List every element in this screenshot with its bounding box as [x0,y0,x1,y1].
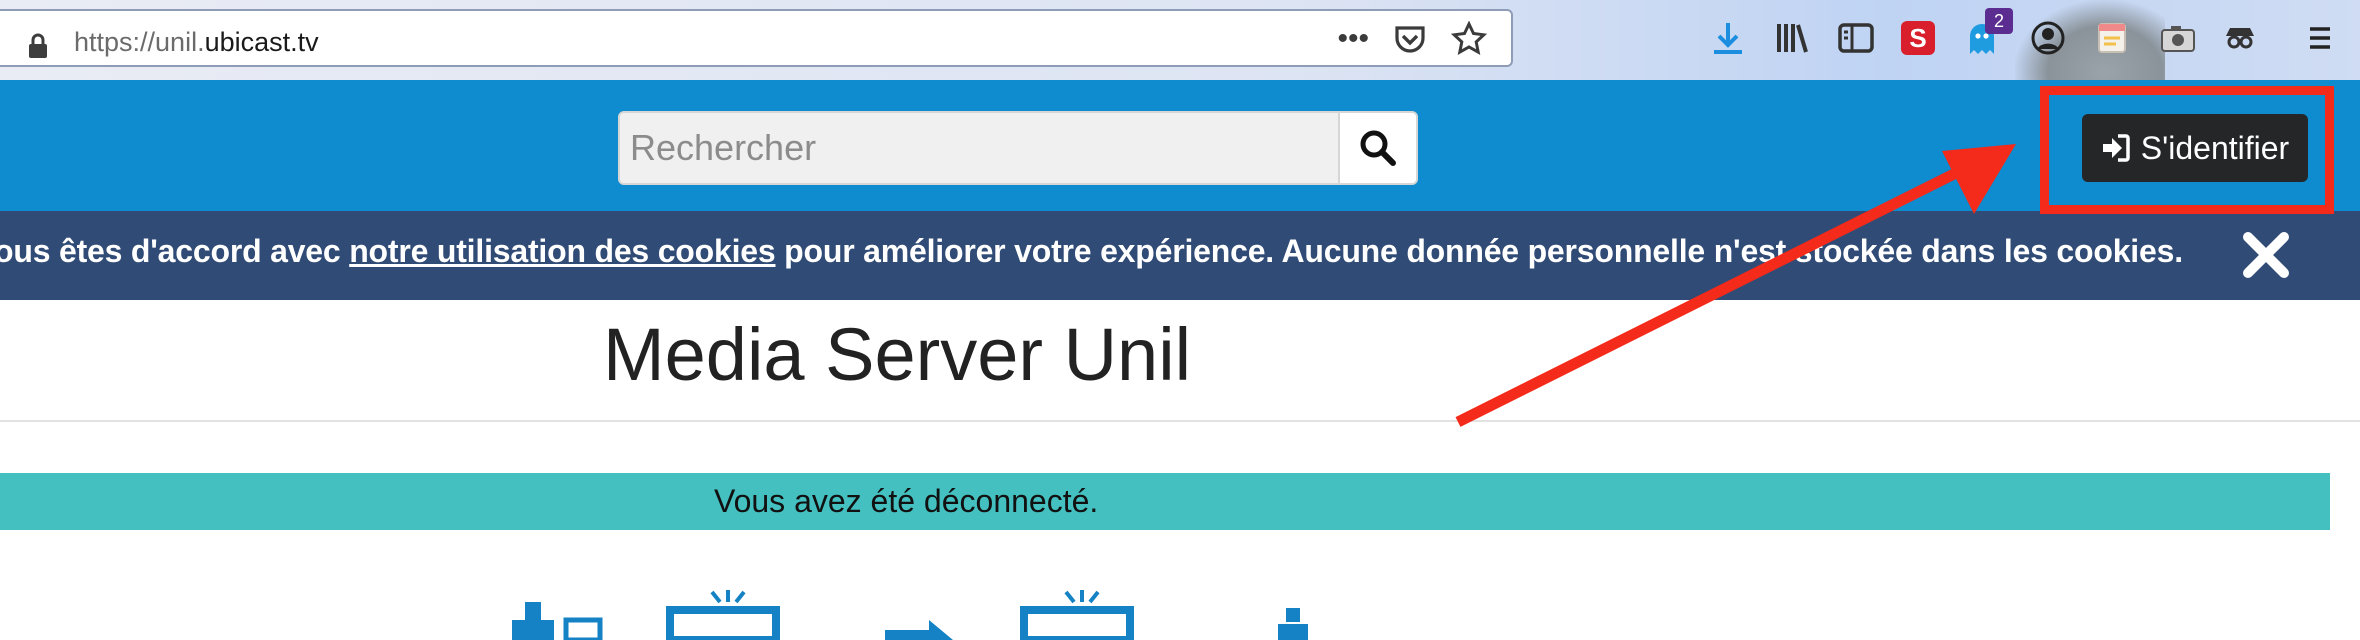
annotation-highlight-box [2040,86,2334,214]
library-icon[interactable] [1772,18,1812,58]
spy-icon[interactable] [2220,18,2260,58]
cookie-policy-link[interactable]: notre utilisation des cookies [349,233,775,269]
extension-s-icon[interactable]: S [1898,18,1938,58]
svg-text:S: S [1909,23,1926,53]
notification-badge: 2 [1985,8,2013,34]
hamburger-menu-icon[interactable] [2300,18,2340,58]
download-icon[interactable] [1708,18,1748,58]
site-header: S'identifier [0,80,2360,211]
notes-icon[interactable] [2092,18,2132,58]
close-icon[interactable] [2240,229,2292,281]
search-button[interactable] [1338,113,1416,183]
cookie-message: ous êtes d'accord avec notre utilisation… [0,233,2183,269]
sidebar-icon[interactable] [1836,18,1876,58]
avatar-extension-icon[interactable] [2028,18,2068,58]
alert-message: Vous avez été déconnecté. [714,483,1099,519]
search-icon [1360,130,1396,166]
logout-alert: Vous avez été déconnecté. [0,473,2330,530]
pocket-icon[interactable] [1393,22,1427,56]
search-form [618,111,1418,185]
cookie-banner: ous êtes d'accord avec notre utilisation… [0,211,2360,300]
url-text: https://unil.ubicast.tv [74,27,319,57]
browser-toolbar: https://unil.ubicast.tv ••• S 2 [0,0,2360,80]
workflow-illustration [512,590,1308,640]
page-actions-menu-icon[interactable]: ••• [1337,21,1369,57]
url-bar[interactable]: https://unil.ubicast.tv ••• [0,9,1513,67]
camera-icon[interactable] [2158,18,2198,58]
search-input[interactable] [620,113,1340,183]
lock-icon [29,33,47,58]
page-title: Media Server Unil [603,313,1192,396]
bookmark-star-icon[interactable] [1451,21,1487,57]
divider [0,420,2360,422]
